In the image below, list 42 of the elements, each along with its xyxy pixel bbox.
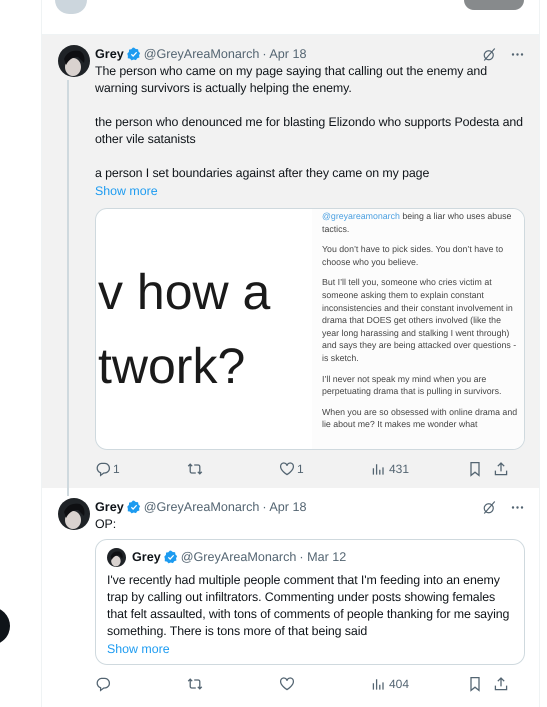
reply-icon[interactable] <box>95 676 111 692</box>
post-text: I've recently had multiple people comment that I'm feeding into an enemy trap by calling out infiltrators. Commenting under posts showing females that felt assaulted, with tons of comments of people thanking for me saying something. There is tons more of that being said <box>107 572 510 640</box>
post-text: OP: <box>95 516 118 533</box>
action-count: 404 <box>389 677 410 691</box>
slashed-circle-icon[interactable] <box>482 46 497 62</box>
author-name[interactable]: Grey <box>132 550 161 564</box>
screenshot-text: You don’t have to pick sides. You don’t have to choose who you believe. <box>322 243 504 268</box>
like-icon[interactable] <box>279 461 295 477</box>
author-handle[interactable]: @GreyAreaMonarch <box>144 47 260 61</box>
repost-icon[interactable] <box>187 461 203 477</box>
quoted-post[interactable] <box>95 539 525 665</box>
share-icon[interactable] <box>493 461 509 477</box>
post-date[interactable]: · Apr 18 <box>262 47 307 61</box>
avatar-icon <box>58 45 90 77</box>
screenshot-text: @greyareamonarch being a liar who uses abuse tactics. <box>322 210 512 236</box>
slashed-circle-icon[interactable] <box>482 500 497 514</box>
author-name[interactable]: Grey <box>95 500 124 514</box>
author-handle[interactable]: @GreyAreaMonarch <box>180 550 296 564</box>
action-count: 1 <box>113 462 120 476</box>
like-icon[interactable] <box>279 676 295 692</box>
screenshot-text: I’ll never not speak my mind when you are perpetuating drama that is pulling in survivors. <box>322 372 502 398</box>
repost-icon[interactable] <box>187 676 203 692</box>
avatar-icon <box>55 0 87 14</box>
reply-button[interactable] <box>464 0 524 10</box>
action-count: 431 <box>389 462 410 476</box>
post-date[interactable]: · Mar 12 <box>299 550 346 564</box>
avatar-icon <box>58 498 90 530</box>
screenshot-text: When you are so obsessed with online drama and lie about me? It makes me wonder what <box>322 406 518 431</box>
screenshot-text: But I’ll tell you, someone who cries victim at someone asking them to explain constant inconsistencies and their constant involvement in drama that DOES get others involved (like the year long harassing and stalking I went through) and says they are being attacked over questions - is sketch. <box>322 276 518 365</box>
post-text: The person who came on my page saying that calling out the enemy and warning survivors is actually helping the enemy. <box>95 63 488 97</box>
post-text: a person I set boundaries against after they came on my page <box>95 165 430 182</box>
attached-screenshot[interactable] <box>95 208 525 450</box>
screenshot-text: v how a <box>98 263 272 322</box>
author-name[interactable]: Grey <box>95 47 124 61</box>
author-handle[interactable]: @GreyAreaMonarch <box>144 500 260 514</box>
action-count: 1 <box>297 462 304 476</box>
share-icon[interactable] <box>493 676 509 692</box>
reply-icon[interactable] <box>95 461 111 477</box>
post-date[interactable]: · Apr 18 <box>262 500 307 514</box>
post-text: the person who denounced me for blasting Elizondo who supports Podesta and other vile satanists <box>95 114 524 148</box>
avatar-icon <box>107 548 126 566</box>
screenshot-text: twork? <box>98 337 246 396</box>
